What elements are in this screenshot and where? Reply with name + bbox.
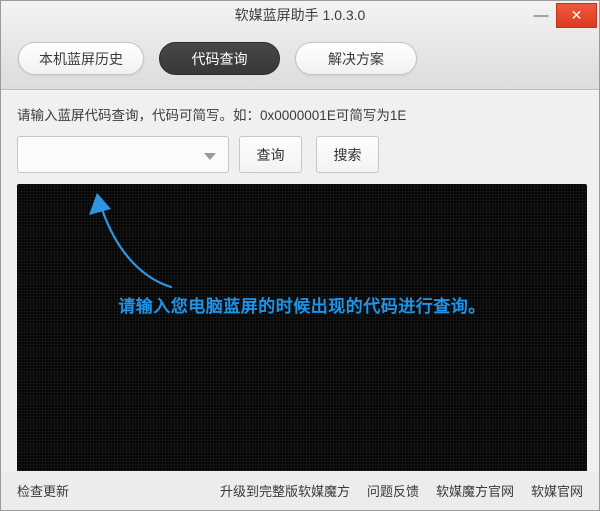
query-instruction-text: 请输入蓝屏代码查询，代码可简写。如：0x0000001E可简写为1E — [17, 104, 583, 124]
result-hint-text: 请输入您电脑蓝屏的时候出现的代码进行查询。 — [17, 292, 587, 317]
query-section: 请输入蓝屏代码查询，代码可简写。如：0x0000001E可简写为1E 查询 搜索 — [1, 90, 599, 173]
window-controls: — ✕ — [526, 3, 597, 28]
query-controls: 查询 搜索 — [17, 136, 583, 173]
query-button[interactable]: 查询 — [239, 136, 302, 173]
tab-solutions[interactable]: 解决方案 — [295, 42, 417, 75]
footer-bar: 检查更新 升级到完整版软媒魔方 问题反馈 软媒魔方官网 软媒官网 — [1, 471, 599, 510]
tab-bar: 本机蓝屏历史 代码查询 解决方案 — [1, 29, 599, 75]
tab-code-query[interactable]: 代码查询 — [159, 42, 280, 75]
feedback-link[interactable]: 问题反馈 — [367, 481, 419, 500]
tab-local-bluescreen-history[interactable]: 本机蓝屏历史 — [18, 42, 144, 75]
blue-screen-assistant-window: { "window": { "title": "软媒蓝屏助手 1.0.3.0",… — [0, 0, 600, 511]
check-update-link[interactable]: 检查更新 — [17, 481, 69, 500]
search-button[interactable]: 搜索 — [316, 136, 379, 173]
bluescreen-code-combobox[interactable] — [17, 136, 229, 173]
mofang-official-site-link[interactable]: 软媒魔方官网 — [436, 481, 514, 500]
upgrade-to-mofang-link[interactable]: 升级到完整版软媒魔方 — [220, 481, 350, 500]
tab-label: 本机蓝屏历史 — [39, 49, 123, 69]
close-button[interactable]: ✕ — [556, 3, 597, 28]
chevron-down-icon — [204, 153, 216, 160]
minimize-icon: — — [534, 7, 549, 24]
minimize-button[interactable]: — — [526, 4, 556, 28]
ruanmei-official-site-link[interactable]: 软媒官网 — [531, 481, 583, 500]
close-icon: ✕ — [571, 7, 583, 24]
footer-links: 升级到完整版软媒魔方 问题反馈 软媒魔方官网 软媒官网 — [220, 481, 583, 500]
window-header: 软媒蓝屏助手 1.0.3.0 — ✕ 本机蓝屏历史 代码查询 解决方案 — [1, 1, 599, 90]
tab-label: 解决方案 — [328, 49, 384, 69]
result-panel: 请输入您电脑蓝屏的时候出现的代码进行查询。 — [17, 184, 587, 472]
window-title: 软媒蓝屏助手 1.0.3.0 — [235, 5, 366, 25]
title-bar: 软媒蓝屏助手 1.0.3.0 — ✕ — [1, 1, 599, 29]
tab-label: 代码查询 — [192, 49, 248, 69]
